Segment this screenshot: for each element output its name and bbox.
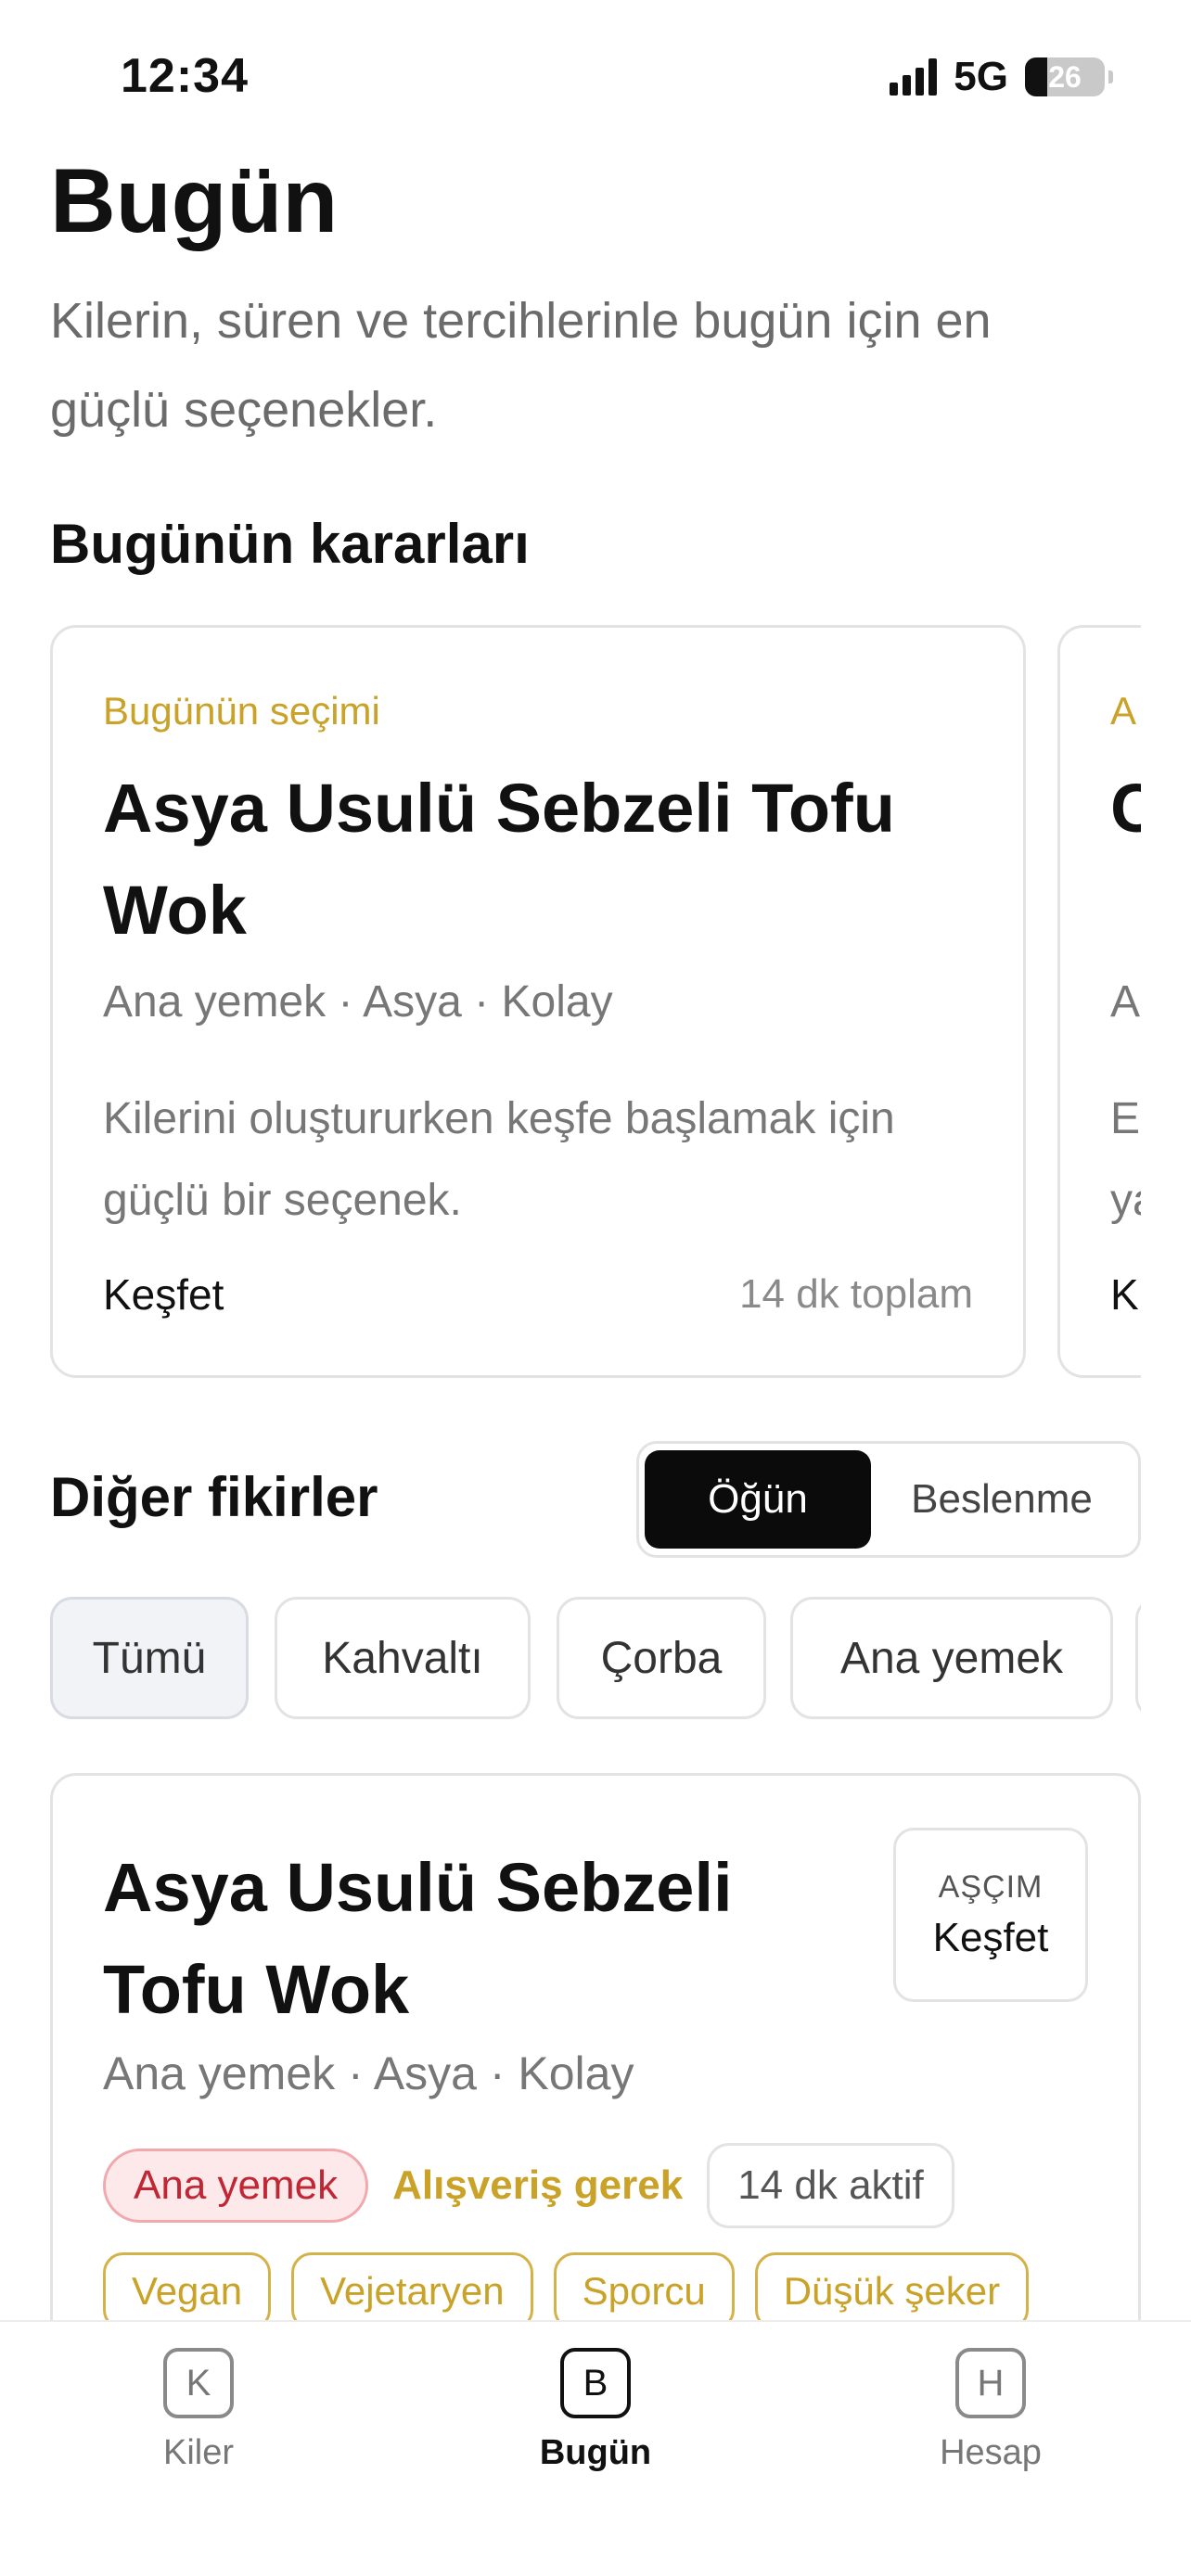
card-meta: A	[1110, 977, 1141, 1027]
card-description: E ya	[1110, 1094, 1141, 1225]
filter-chips[interactable]: Tümü Kahvaltı Çorba Ana yemek	[50, 1597, 1141, 1723]
segment-meal[interactable]: Öğün	[645, 1450, 871, 1549]
decision-card[interactable]: Bugünün seçimi Asya Usulü Sebzeli Tofu W…	[50, 625, 1026, 1378]
diet-tags: Vegan Vejetaryen Sporcu Düşük şeker	[103, 2252, 1030, 2330]
recipe-tags: Ana yemek Alışveriş gerek 14 dk aktif	[103, 2143, 954, 2228]
explore-link[interactable]: K	[1110, 1269, 1139, 1320]
diet-tag: Vejetaryen	[291, 2252, 533, 2330]
tab-label: Kiler	[162, 2433, 235, 2472]
status-time: 12:34	[121, 49, 249, 103]
tab-label: Hesap	[940, 2433, 1042, 2472]
filter-chip-soup[interactable]: Çorba	[557, 1597, 766, 1719]
category-tag: Ana yemek	[103, 2149, 369, 2223]
filter-chip-more[interactable]	[1135, 1597, 1141, 1719]
card-kicker: A	[1110, 689, 1137, 733]
filter-chip-main-course[interactable]: Ana yemek	[790, 1597, 1113, 1719]
recipe-title: Asya Usulü Sebzeli Tofu Wok	[103, 1849, 733, 2028]
page-subtitle: Kilerin, süren ve tercihlerinle bugün iç…	[50, 293, 992, 438]
card-title: C	[1110, 770, 1141, 847]
account-icon: H	[955, 2348, 1026, 2418]
recipe-action-badge[interactable]: AŞÇIM Keşfet	[893, 1828, 1088, 2002]
recipe-meta: Ana yemek · Asya · Kolay	[103, 2047, 634, 2099]
battery-icon: 26	[1025, 57, 1105, 96]
tab-label: Bugün	[539, 2433, 652, 2472]
diet-tag: Vegan	[103, 2252, 272, 2330]
explore-link[interactable]: Keşfet	[103, 1269, 224, 1320]
card-kicker: Bugünün seçimi	[103, 689, 380, 733]
pantry-icon: K	[163, 2348, 234, 2418]
filter-chip-breakfast[interactable]: Kahvaltı	[275, 1597, 531, 1719]
tab-account[interactable]: H Hesap	[889, 2348, 1093, 2473]
today-icon: B	[560, 2348, 631, 2418]
card-meta: Ana yemek · Asya · Kolay	[103, 977, 613, 1027]
today-screen: 12:34 5G 26 Bugün Kilerin, süren ve terc…	[0, 0, 1191, 2576]
meal-nutrition-toggle[interactable]: Öğün Beslenme	[636, 1441, 1141, 1558]
diet-tag: Sporcu	[553, 2252, 735, 2330]
badge-label: AŞÇIM	[938, 1868, 1044, 1905]
other-ideas-title: Diğer fikirler	[50, 1466, 378, 1528]
card-title: Asya Usulü Sebzeli Tofu Wok	[103, 770, 895, 949]
battery-level: 26	[1048, 59, 1082, 94]
shopping-needed-label: Alışveriş gerek	[392, 2162, 684, 2208]
bottom-tab-bar: K Kiler B Bugün H Hesap	[0, 2320, 1191, 2576]
tab-today[interactable]: B Bugün	[493, 2348, 698, 2473]
decision-card[interactable]: A C A E ya K	[1057, 625, 1141, 1378]
filter-chip-all[interactable]: Tümü	[50, 1597, 249, 1719]
signal-icon	[890, 58, 938, 96]
network-label: 5G	[954, 54, 1008, 99]
segment-nutrition[interactable]: Beslenme	[871, 1450, 1133, 1549]
decisions-section-title: Bugünün kararları	[50, 513, 530, 575]
badge-action: Keşfet	[932, 1914, 1049, 1960]
card-total-time: 14 dk toplam	[739, 1271, 973, 1317]
card-description: Kilerini oluştururken keşfe başlamak içi…	[103, 1094, 895, 1225]
status-indicators: 5G 26	[890, 54, 1113, 100]
diet-tag: Düşük şeker	[754, 2252, 1030, 2330]
active-time-tag: 14 dk aktif	[707, 2143, 954, 2228]
page-title: Bugün	[50, 149, 339, 251]
decisions-carousel[interactable]: Bugünün seçimi Asya Usulü Sebzeli Tofu W…	[50, 625, 1141, 1380]
tab-pantry[interactable]: K Kiler	[96, 2348, 301, 2473]
